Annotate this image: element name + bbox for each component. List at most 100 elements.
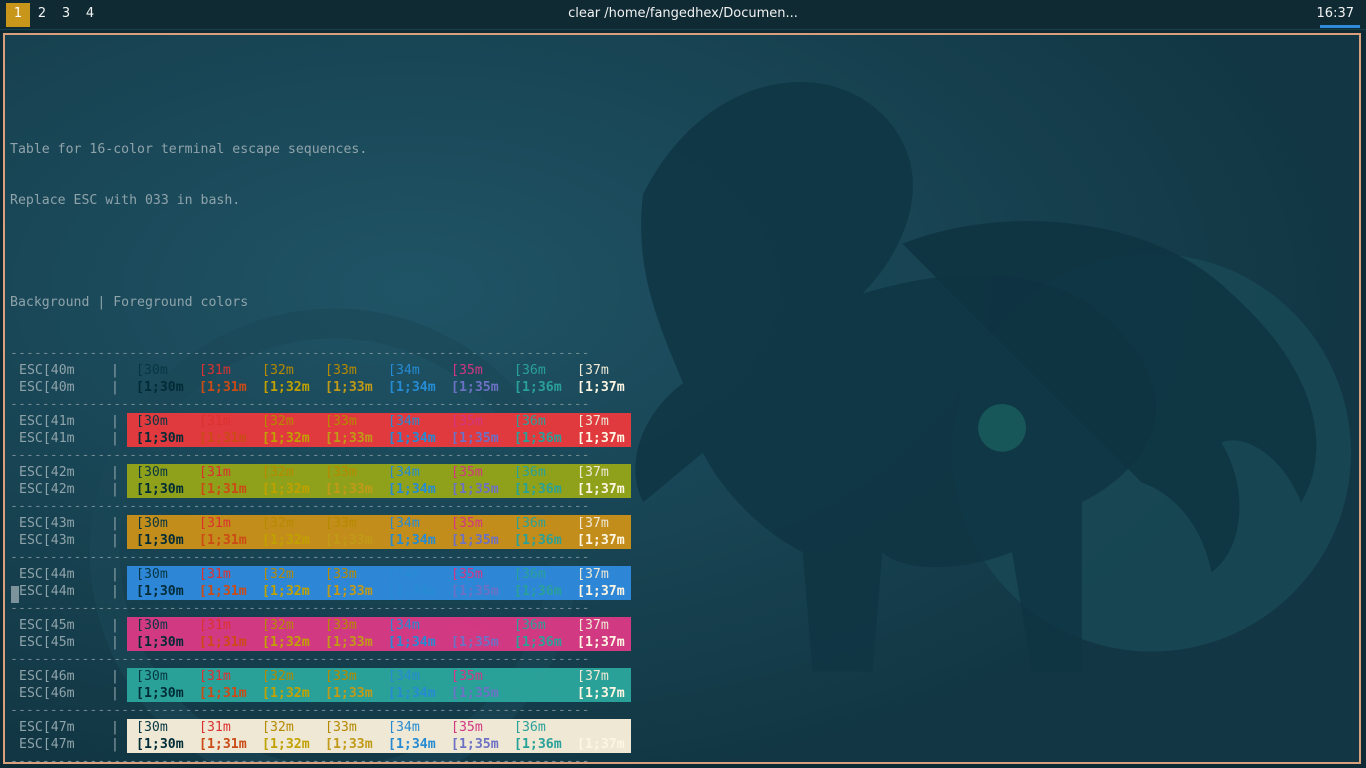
color-sample-37: [37m (577, 516, 609, 531)
color-sample-30: [30m (136, 363, 168, 378)
table-row: ESC[42m | [30m [31m [32m [33m [34m [35m [36m [37m (10, 464, 631, 481)
color-sample-33: [33m (325, 618, 357, 633)
color-sample-bold-36: [1;36m (514, 431, 562, 446)
color-sample-36: [36m (514, 669, 546, 684)
color-sample-bold-32: [1;32m (262, 686, 310, 701)
terminal-cursor (11, 586, 19, 603)
color-sample-bold-37: [1;37m (577, 380, 625, 395)
color-sample-32: [32m (262, 567, 294, 582)
color-sample-bold-35: [1;35m (451, 482, 499, 497)
color-sample-34: [34m (388, 414, 420, 429)
color-sample-34: [34m (388, 567, 420, 582)
color-sample-bold-35: [1;35m (451, 737, 499, 752)
color-sample-bold-30: [1;30m (136, 431, 184, 446)
color-sample-bold-31: [1;31m (199, 584, 247, 599)
color-sample-bold-37: [1;37m (577, 431, 625, 446)
color-sample-30: [30m (136, 669, 168, 684)
color-sample-37: [37m (577, 414, 609, 429)
bg-code-label: ESC[44m (19, 584, 75, 599)
bg-strip: [1;30m [1;31m [1;32m [1;33m [1;34m [1;35m [1;3… (127, 736, 631, 753)
color-sample-bold-35: [1;35m (451, 584, 499, 599)
color-sample-bold-33: [1;33m (325, 533, 373, 548)
color-sample-33: [33m (325, 516, 357, 531)
separator-line: ----------------------------------------… (10, 499, 590, 514)
color-sample-32: [32m (262, 465, 294, 480)
bg-code-label: ESC[42m (19, 465, 75, 480)
table-row: ESC[40m | [30m [31m [32m [33m [34m [35m [36m [37m (10, 362, 631, 379)
color-sample-bold-32: [1;32m (262, 431, 310, 446)
bg-strip: [1;30m [1;31m [1;32m [1;33m [1;34m [1;35m [1;3… (127, 379, 631, 396)
bg-code-label: ESC[41m (19, 414, 75, 429)
color-sample-34: [34m (388, 669, 420, 684)
separator-line: ----------------------------------------… (10, 346, 590, 361)
color-sample-bold-34: [1;34m (388, 482, 436, 497)
color-sample-bold-30: [1;30m (136, 380, 184, 395)
color-sample-bold-37: [1;37m (577, 737, 625, 752)
color-sample-bold-36: [1;36m (514, 737, 562, 752)
color-sample-bold-32: [1;32m (262, 533, 310, 548)
bg-code-label: ESC[45m (19, 618, 75, 633)
separator-line: ----------------------------------------… (10, 601, 590, 616)
color-sample-35: [35m (451, 567, 483, 582)
color-sample-bold-37: [1;37m (577, 584, 625, 599)
color-sample-31: [31m (199, 516, 231, 531)
color-sample-32: [32m (262, 363, 294, 378)
color-sample-bold-37: [1;37m (577, 635, 625, 650)
color-sample-30: [30m (136, 414, 168, 429)
color-sample-30: [30m (136, 720, 168, 735)
color-sample-bold-33: [1;33m (325, 737, 373, 752)
color-sample-bold-32: [1;32m (262, 380, 310, 395)
bg-code-label: ESC[42m (19, 482, 75, 497)
top-bar: 1 2 3 4 clear /home/fangedhex/Documen...… (0, 0, 1366, 30)
terminal-output: Table for 16-color terminal escape seque… (10, 56, 631, 764)
clock-indicator (1320, 25, 1360, 28)
color-sample-bold-34: [1;34m (388, 635, 436, 650)
bg-strip: [30m [31m [32m [33m [34m [35m [36m [37m (127, 362, 631, 379)
color-sample-bold-32: [1;32m (262, 482, 310, 497)
color-sample-30: [30m (136, 516, 168, 531)
color-sample-32: [32m (262, 516, 294, 531)
bg-code-label: ESC[47m (19, 720, 75, 735)
bg-strip: [30m [31m [32m [33m [34m [35m [36m [37m (127, 566, 631, 583)
color-sample-bold-33: [1;33m (325, 635, 373, 650)
color-sample-31: [31m (199, 618, 231, 633)
bg-code-label: ESC[47m (19, 737, 75, 752)
color-sample-bold-32: [1;32m (262, 584, 310, 599)
bg-strip: [30m [31m [32m [33m [34m [35m [36m [37m (127, 668, 631, 685)
separator-line: ----------------------------------------… (10, 754, 590, 764)
color-sample-bold-32: [1;32m (262, 635, 310, 650)
bg-strip: [1;30m [1;31m [1;32m [1;33m [1;34m [1;35m [1;3… (127, 481, 631, 498)
color-sample-34: [34m (388, 618, 420, 633)
table-row: ESC[44m | [30m [31m [32m [33m [34m [35m [36m [37m (10, 566, 631, 583)
color-sample-32: [32m (262, 414, 294, 429)
color-sample-bold-31: [1;31m (199, 737, 247, 752)
color-sample-bold-37: [1;37m (577, 533, 625, 548)
bg-strip: [30m [31m [32m [33m [34m [35m [36m [37m (127, 413, 631, 430)
color-sample-bold-31: [1;31m (199, 380, 247, 395)
separator-line: ----------------------------------------… (10, 703, 590, 718)
color-sample-35: [35m (451, 720, 483, 735)
table-row: ESC[45m | [1;30m [1;31m [1;32m [1;33m [1;34m [1… (10, 634, 631, 651)
color-sample-bold-36: [1;36m (514, 482, 562, 497)
color-sample-bold-35: [1;35m (451, 380, 499, 395)
color-sample-34: [34m (388, 465, 420, 480)
bg-strip: [1;30m [1;31m [1;32m [1;33m [1;34m [1;35m [1;3… (127, 685, 631, 702)
intro-line: Table for 16-color terminal escape seque… (10, 142, 368, 157)
color-sample-bold-31: [1;31m (199, 431, 247, 446)
terminal-window[interactable]: Table for 16-color terminal escape seque… (3, 33, 1361, 764)
bg-code-label: ESC[40m (19, 363, 75, 378)
color-sample-bold-35: [1;35m (451, 635, 499, 650)
table-row: ESC[45m | [30m [31m [32m [33m [34m [35m [36m [37m (10, 617, 631, 634)
table-row: ESC[46m | [1;30m [1;31m [1;32m [1;33m [1;34m [1… (10, 685, 631, 702)
color-sample-bold-37: [1;37m (577, 686, 625, 701)
color-sample-31: [31m (199, 669, 231, 684)
clock: 16:37 (1316, 6, 1354, 21)
color-sample-33: [33m (325, 669, 357, 684)
color-sample-31: [31m (199, 720, 231, 735)
color-sample-bold-34: [1;34m (388, 584, 436, 599)
bg-strip: [1;30m [1;31m [1;32m [1;33m [1;34m [1;35m [1;3… (127, 532, 631, 549)
color-sample-35: [35m (451, 516, 483, 531)
bg-code-label: ESC[43m (19, 516, 75, 531)
table-row: ESC[42m | [1;30m [1;31m [1;32m [1;33m [1;34m [1… (10, 481, 631, 498)
bg-code-label: ESC[46m (19, 686, 75, 701)
